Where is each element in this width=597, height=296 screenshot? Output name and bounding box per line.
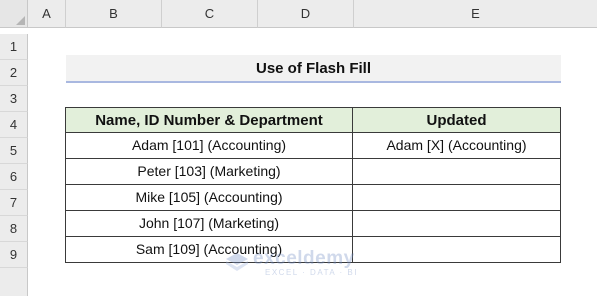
watermark-name: exceldemy (253, 248, 355, 269)
table-cell-name[interactable]: Mike [105] (Accounting) (65, 184, 353, 211)
row-header-1[interactable]: 1 (0, 34, 28, 60)
row-header-2[interactable]: 2 (0, 60, 28, 86)
exceldemy-logo-icon (226, 253, 248, 271)
row-header-5[interactable]: 5 (0, 138, 28, 164)
table-cell-updated[interactable] (352, 158, 561, 185)
sheet-title[interactable]: Use of Flash Fill (66, 55, 561, 83)
table-cell-updated[interactable]: Adam [X] (Accounting) (352, 132, 561, 159)
table-cell-name[interactable]: Peter [103] (Marketing) (65, 158, 353, 185)
row-header-4[interactable]: 4 (0, 112, 28, 138)
table-cell-updated[interactable] (352, 184, 561, 211)
table-cell-updated[interactable] (352, 210, 561, 237)
row-header-6[interactable]: 6 (0, 164, 28, 190)
table-cell-name[interactable]: Adam [101] (Accounting) (65, 132, 353, 159)
table-header-name[interactable]: Name, ID Number & Department (65, 107, 353, 133)
table-cell-updated[interactable] (352, 236, 561, 263)
row-header-8[interactable]: 8 (0, 216, 28, 242)
row-header-7[interactable]: 7 (0, 190, 28, 216)
table-cell-name[interactable]: John [107] (Marketing) (65, 210, 353, 237)
row-header-3[interactable]: 3 (0, 86, 28, 112)
table-header-updated[interactable]: Updated (352, 107, 561, 133)
column-header-bar: A B C D E (0, 0, 597, 28)
column-header-b[interactable]: B (66, 0, 162, 28)
column-header-e[interactable]: E (354, 0, 597, 28)
select-all-corner[interactable] (0, 0, 28, 28)
row-header-filler (0, 268, 28, 296)
row-header-9[interactable]: 9 (0, 242, 28, 268)
watermark-tagline: EXCEL · DATA · BI (265, 268, 358, 277)
column-header-c[interactable]: C (162, 0, 258, 28)
column-header-a[interactable]: A (28, 0, 66, 28)
column-header-d[interactable]: D (258, 0, 354, 28)
